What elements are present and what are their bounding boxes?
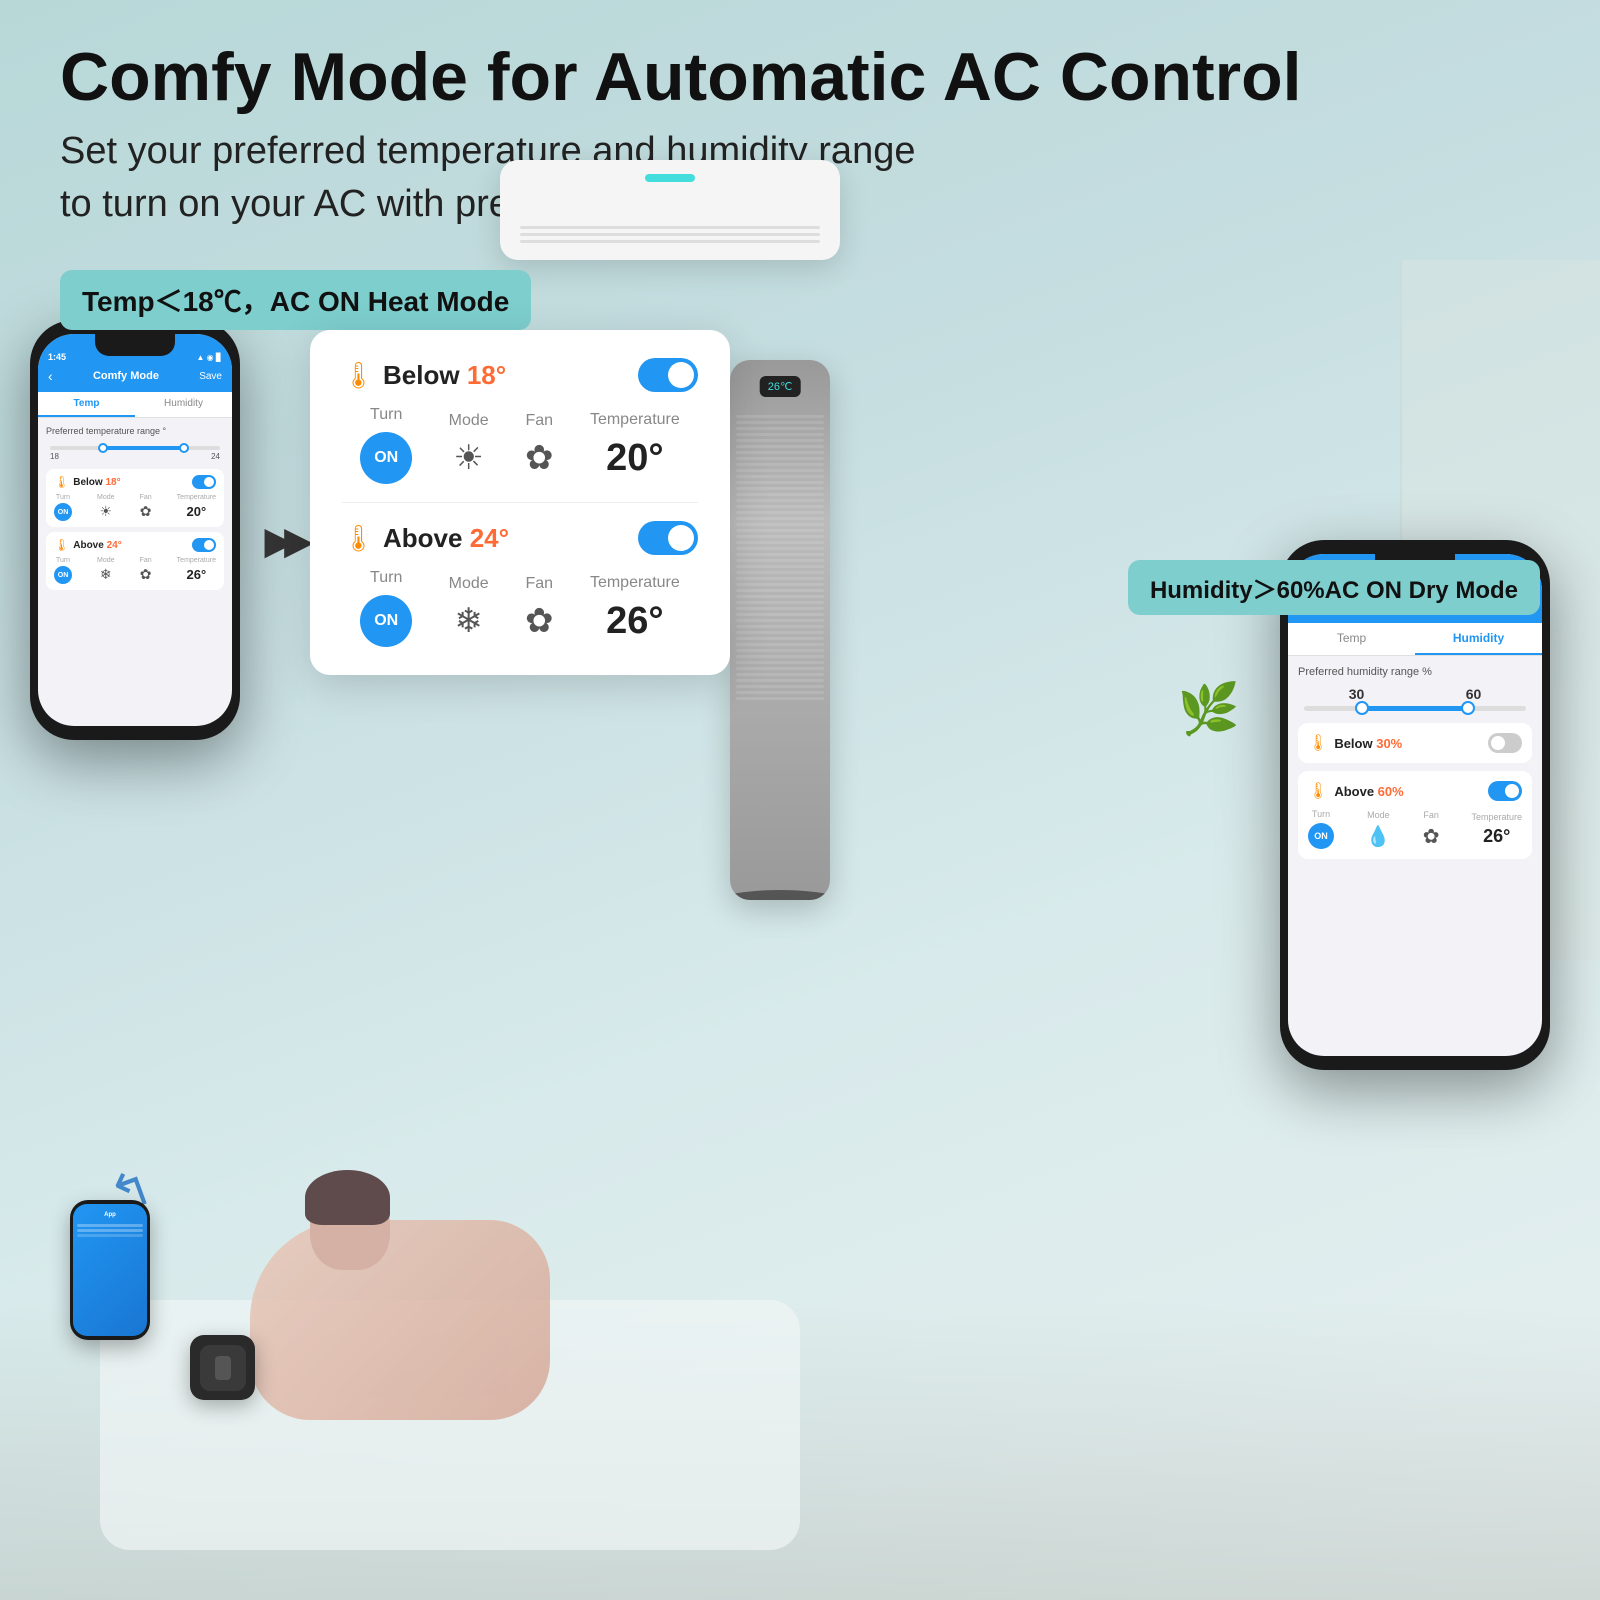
big-card-col-turn2: Turn — [360, 569, 412, 587]
left-tab-humidity[interactable]: Humidity — [135, 392, 232, 417]
right-slider-val1: 30 — [1349, 686, 1365, 702]
big-card-rule2-temp: 26° — [606, 600, 663, 642]
right-rule2-fan-icon: ✿ — [1423, 826, 1440, 848]
left-rule1-mode-icon: ☀ — [100, 503, 113, 519]
big-card-rule1-icon: 🌡 — [342, 360, 375, 391]
left-rule1-temp: 20° — [186, 504, 206, 519]
left-rule2-mode-icon: ❄ — [100, 566, 112, 582]
sensor-device — [190, 1335, 255, 1400]
small-phone: App — [70, 1200, 150, 1340]
right-slider-val2: 60 — [1466, 686, 1482, 702]
left-phone-time: 1:45 — [48, 352, 66, 362]
main-title: Comfy Mode for Automatic AC Control — [60, 40, 1540, 115]
big-card-rule2-toggle[interactable] — [638, 521, 698, 555]
big-card-temp-label2: Temperature — [590, 574, 680, 592]
left-rule2-fan-icon: ✿ — [140, 566, 152, 582]
right-rule2-title: Above 60% — [1334, 784, 1403, 799]
big-card-rule2-fan-icon: ✿ — [525, 602, 554, 640]
left-pref-label: Preferred temperature range ° — [46, 426, 224, 436]
left-phone: 1:45 ▲ ◉ ▊ ‹ Comfy Mode Save Temp Humidi… — [30, 320, 240, 740]
right-rule2-on-btn[interactable]: ON — [1308, 823, 1334, 849]
left-rule2-title: Above 24° — [73, 540, 121, 551]
ac-unit — [500, 160, 840, 260]
left-tab-temp[interactable]: Temp — [38, 392, 135, 417]
big-card-rule2-title: Above 24° — [383, 523, 509, 554]
left-rule1-fan-icon: ✿ — [140, 503, 152, 519]
right-tab-humidity[interactable]: Humidity — [1415, 623, 1542, 655]
left-rule1-title: Below 18° — [73, 477, 120, 488]
right-pref-label: Preferred humidity range % — [1298, 666, 1532, 678]
right-rule2-temp: 26° — [1483, 826, 1510, 846]
right-rule1-icon: 🌡 — [1308, 733, 1328, 753]
left-phone-status-icons: ▲ ◉ ▊ — [197, 353, 223, 362]
big-card-rule1-toggle[interactable] — [638, 358, 698, 392]
big-card-rule2-icon: 🌡 — [342, 523, 375, 554]
person-silhouette — [250, 1220, 550, 1420]
big-card-rule1-on-btn[interactable]: ON — [360, 432, 412, 484]
arrow-right: ▶▶ — [265, 520, 304, 562]
humidity-badge: Humidity＞60%AC ON Dry Mode — [1128, 560, 1540, 615]
big-card-rule1-title: Below 18° — [383, 360, 506, 391]
left-phone-save[interactable]: Save — [199, 371, 222, 382]
right-phone: 1:52 ▲ ◉ ▊ ‹ Comfy Mode Save Temp Humidi… — [1280, 540, 1550, 1070]
big-card-temp-label1: Temperature — [590, 411, 680, 429]
big-card-rule1-temp: 20° — [606, 437, 663, 479]
big-card-rule1-fan-icon: ✿ — [525, 439, 554, 477]
plant-decoration: 🌿 — [1178, 680, 1240, 739]
tower-fan: 26℃ — [730, 360, 830, 900]
tower-display: 26℃ — [760, 376, 801, 397]
left-slider-val2: 24 — [211, 452, 220, 461]
right-rule2-icon: 🌡 — [1308, 781, 1328, 801]
big-card-rule1-mode-icon: ☀ — [453, 439, 483, 477]
big-card-mode-label1: Mode — [449, 412, 489, 430]
temp-badge: Temp＜18℃，AC ON Heat Mode — [60, 270, 531, 330]
big-card-col-turn1: Turn — [360, 406, 412, 424]
big-card-mode-label2: Mode — [449, 575, 489, 593]
left-rule2-on[interactable]: ON — [54, 566, 72, 584]
left-rule1-on[interactable]: ON — [54, 503, 72, 521]
right-rule2-mode-icon: 💧 — [1366, 826, 1391, 848]
big-card-rule2-mode-icon: ❄ — [454, 602, 483, 640]
left-rule2-temp: 26° — [186, 567, 206, 582]
right-rule1-title: Below 30% — [1334, 736, 1402, 751]
left-phone-back[interactable]: ‹ — [48, 368, 53, 384]
big-card-fan-label1: Fan — [525, 412, 554, 430]
left-phone-header-title: Comfy Mode — [93, 370, 159, 382]
right-tab-temp[interactable]: Temp — [1288, 623, 1415, 655]
big-card-rule2-on-btn[interactable]: ON — [360, 595, 412, 647]
big-card-fan-label2: Fan — [525, 575, 554, 593]
big-card: 🌡 Below 18° Turn ON Mode ☀ Fan ✿ Tempera… — [310, 330, 730, 675]
left-slider-val1: 18 — [50, 452, 59, 461]
